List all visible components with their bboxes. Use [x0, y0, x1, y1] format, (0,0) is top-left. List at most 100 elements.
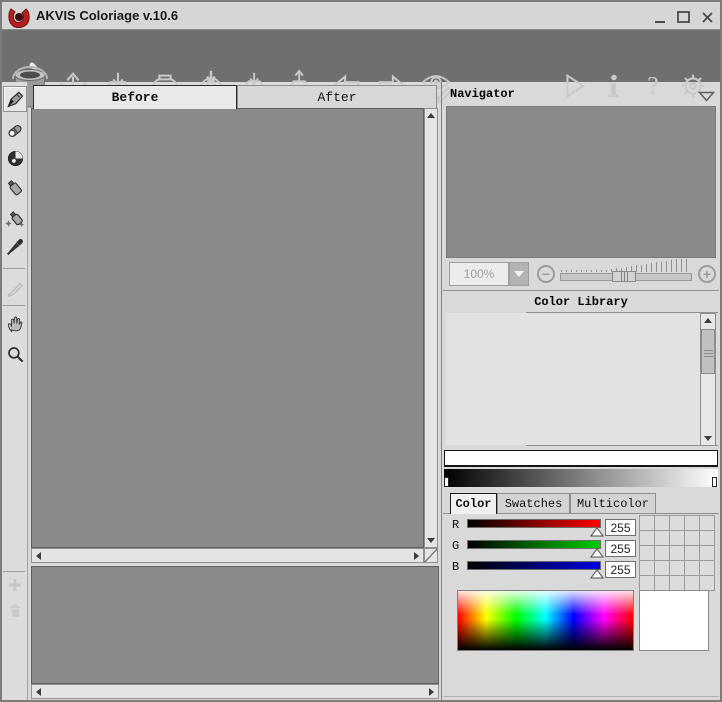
akvis-logo-icon: [7, 5, 31, 29]
navigator-title: Navigator: [450, 87, 515, 101]
color-gradient-strip[interactable]: [444, 450, 718, 467]
channel-r-slider[interactable]: [467, 519, 601, 528]
scroll-down-button[interactable]: [425, 534, 438, 547]
canvas-vertical-scrollbar[interactable]: [424, 108, 438, 548]
swatch-cell[interactable]: [640, 561, 654, 575]
swatch-cell[interactable]: [685, 576, 699, 590]
swatch-cell[interactable]: [670, 561, 684, 575]
swatch-cell[interactable]: [640, 576, 654, 590]
swatch-cell[interactable]: [640, 531, 654, 545]
swatch-cell[interactable]: [685, 561, 699, 575]
tab-multicolor[interactable]: Multicolor: [570, 493, 656, 514]
color-library-scrollbar[interactable]: [700, 313, 716, 446]
tool-magic-tube[interactable]: [4, 207, 26, 229]
close-button[interactable]: [699, 9, 716, 26]
about-button[interactable]: [598, 66, 630, 106]
eyedropper-icon: [5, 237, 25, 257]
tool-brush[interactable]: [4, 276, 26, 298]
scroll-right-button[interactable]: [410, 549, 423, 562]
swatch-cell[interactable]: [700, 561, 714, 575]
swatch-cell[interactable]: [685, 516, 699, 530]
swatch-cell[interactable]: [700, 546, 714, 560]
scrollbar-corner[interactable]: [424, 548, 438, 563]
swatch-cell[interactable]: [700, 516, 714, 530]
gradient-handle-left[interactable]: [444, 477, 449, 487]
zoom-slider-thumb[interactable]: [612, 271, 636, 282]
scrollbar-thumb[interactable]: [701, 329, 715, 374]
scroll-up-button[interactable]: [702, 314, 715, 327]
tab-before[interactable]: Before: [33, 85, 237, 109]
channel-r-value[interactable]: [605, 519, 636, 536]
swatch-cell[interactable]: [655, 531, 669, 545]
tab-swatches[interactable]: Swatches: [497, 493, 570, 514]
zoom-in-button[interactable]: +: [698, 265, 716, 283]
tab-after[interactable]: After: [237, 85, 437, 109]
secondary-horizontal-scrollbar[interactable]: [31, 684, 439, 699]
swatch-cell[interactable]: [640, 516, 654, 530]
sphere-icon: [6, 149, 25, 168]
tool-color-pencil[interactable]: [3, 86, 27, 112]
add-stroke-button[interactable]: [4, 574, 26, 596]
window-title: AKVIS Coloriage v.10.6: [36, 2, 178, 30]
channel-b-handle[interactable]: [590, 569, 604, 579]
swatch-cell[interactable]: [700, 576, 714, 590]
maximize-button[interactable]: [675, 9, 692, 26]
tab-color[interactable]: Color: [450, 493, 497, 514]
tool-hand[interactable]: [4, 313, 26, 335]
swatch-cell[interactable]: [655, 546, 669, 560]
color-library-list[interactable]: [446, 313, 700, 445]
secondary-canvas[interactable]: [31, 566, 439, 684]
tool-eyedropper[interactable]: [4, 236, 26, 258]
canvas-horizontal-scrollbar[interactable]: [31, 548, 424, 563]
channel-g-slider[interactable]: [467, 540, 601, 549]
tool-keep-color-pencil[interactable]: [4, 120, 26, 142]
zoom-dropdown-button[interactable]: [509, 262, 529, 286]
scroll-left-button[interactable]: [32, 549, 45, 562]
tab-swatches-label: Swatches: [505, 497, 563, 511]
scroll-left-button[interactable]: [32, 685, 45, 698]
channel-g-value[interactable]: [605, 540, 636, 557]
swatch-cell[interactable]: [670, 531, 684, 545]
brightness-gradient-strip[interactable]: [444, 469, 718, 487]
tool-zoom[interactable]: [4, 343, 26, 365]
current-color-swatch[interactable]: [639, 590, 709, 651]
swatch-cell[interactable]: [685, 546, 699, 560]
swatch-cell[interactable]: [655, 516, 669, 530]
swatch-cell[interactable]: [640, 546, 654, 560]
toolbar: ?: [2, 30, 720, 82]
image-canvas[interactable]: [31, 108, 424, 548]
recent-colors-grid[interactable]: [639, 515, 715, 591]
swatch-cell[interactable]: [700, 531, 714, 545]
channel-b-slider[interactable]: [467, 561, 601, 570]
tube-icon: [5, 178, 25, 198]
navigator-collapse-button[interactable]: [698, 89, 715, 107]
tool-recolor-sphere[interactable]: [4, 147, 26, 169]
tab-after-label: After: [317, 90, 356, 105]
swatch-cell[interactable]: [685, 531, 699, 545]
swatch-cell[interactable]: [655, 561, 669, 575]
delete-stroke-button[interactable]: [4, 599, 26, 621]
scroll-down-button[interactable]: [702, 432, 715, 445]
help-button[interactable]: ?: [637, 66, 669, 106]
swatch-cell[interactable]: [670, 546, 684, 560]
scroll-right-button[interactable]: [425, 685, 438, 698]
run-processing-button[interactable]: [558, 66, 590, 106]
scroll-up-button[interactable]: [425, 109, 438, 122]
channel-g-handle[interactable]: [590, 548, 604, 558]
swatch-cell[interactable]: [670, 576, 684, 590]
gradient-handle-right[interactable]: [712, 477, 717, 487]
dropdown-arrow-icon: [514, 271, 524, 277]
swatch-cell[interactable]: [655, 576, 669, 590]
tool-divider: [3, 571, 25, 572]
zoom-out-button[interactable]: −: [537, 265, 555, 283]
color-library-title: Color Library: [443, 295, 719, 309]
swatch-cell[interactable]: [670, 516, 684, 530]
navigator-preview[interactable]: [446, 106, 716, 258]
minimize-button[interactable]: [652, 9, 669, 26]
channel-r-handle[interactable]: [590, 527, 604, 537]
color-spectrum[interactable]: [457, 590, 634, 651]
channel-b-value[interactable]: [605, 561, 636, 578]
zoom-value-field[interactable]: [449, 262, 509, 286]
panel-splitter[interactable]: [441, 82, 442, 700]
tool-tube[interactable]: [4, 177, 26, 199]
